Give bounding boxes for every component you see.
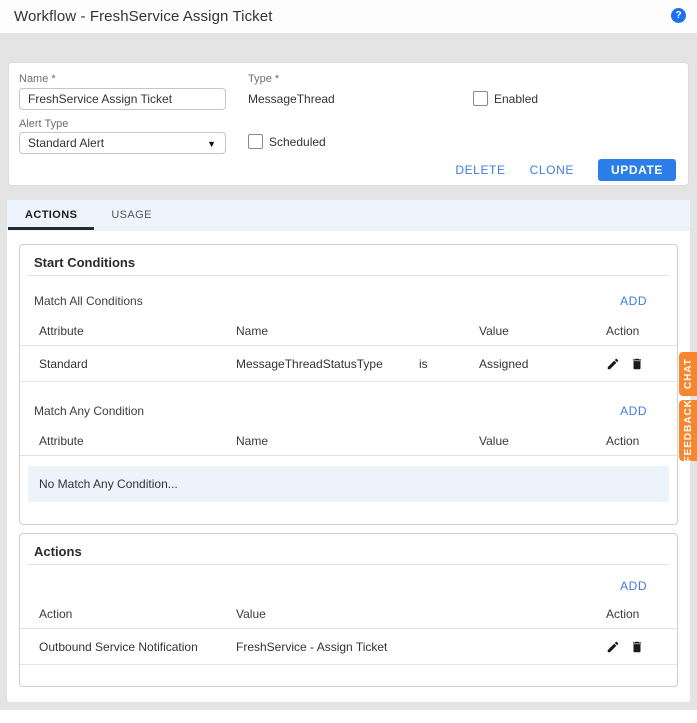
page-title: Workflow - FreshService Assign Ticket: [14, 8, 273, 25]
cell-value: Assigned: [479, 357, 606, 371]
table-row: Standard MessageThreadStatusType is Assi…: [20, 346, 677, 382]
col-value: Value: [479, 324, 606, 338]
col-attribute: Attribute: [39, 324, 236, 338]
tab-bar: ACTIONS USAGE: [7, 200, 690, 231]
match-any-table-header: Attribute Name Value Action: [20, 426, 677, 456]
feedback-side-tab[interactable]: FEEDBACK: [679, 400, 697, 461]
alert-type-select[interactable]: Standard Alert ▼: [19, 132, 226, 154]
cell-action: Outbound Service Notification: [39, 640, 236, 654]
cell-operator: is: [419, 357, 479, 371]
col-name: Name: [236, 434, 419, 448]
col-action: Action: [606, 434, 677, 448]
type-label: Type *: [248, 73, 279, 85]
actions-section: Actions ADD Action Value Action Outbound…: [19, 533, 678, 687]
scheduled-label: Scheduled: [269, 135, 326, 149]
trash-icon[interactable]: [630, 640, 644, 654]
col-action: Action: [606, 324, 677, 338]
form-button-row: DELETE CLONE UPDATE: [455, 159, 676, 181]
clone-button[interactable]: CLONE: [530, 163, 574, 177]
match-any-header-row: Match Any Condition ADD: [20, 404, 677, 418]
divider: [28, 275, 669, 276]
update-button[interactable]: UPDATE: [598, 159, 676, 181]
alert-type-value: Standard Alert: [28, 136, 104, 150]
col-value: Value: [479, 434, 606, 448]
col-action: Action: [39, 607, 236, 621]
row-actions: [606, 357, 677, 371]
action-value-link[interactable]: FreshService - Assign Ticket: [236, 640, 606, 654]
tab-actions[interactable]: ACTIONS: [8, 200, 94, 230]
tab-usage[interactable]: USAGE: [94, 200, 169, 230]
help-icon[interactable]: ?: [671, 8, 686, 23]
app-header: Workflow - FreshService Assign Ticket ?: [0, 0, 697, 33]
chat-side-tab[interactable]: CHAT: [679, 352, 697, 396]
match-any-empty-row: No Match Any Condition...: [28, 466, 669, 502]
edit-icon[interactable]: [606, 357, 620, 371]
actions-title: Actions: [20, 534, 677, 559]
name-label: Name *: [19, 73, 56, 85]
enabled-checkbox[interactable]: [473, 91, 488, 106]
edit-icon[interactable]: [606, 640, 620, 654]
match-any-title: Match Any Condition: [34, 404, 144, 418]
actions-table-header: Action Value Action: [20, 599, 677, 629]
type-value: MessageThread: [248, 92, 335, 106]
alert-type-label: Alert Type: [19, 118, 68, 130]
col-attribute: Attribute: [39, 434, 236, 448]
start-conditions-section: Start Conditions Match All Conditions AD…: [19, 244, 678, 525]
enabled-label: Enabled: [494, 92, 538, 106]
match-all-add-button[interactable]: ADD: [620, 294, 647, 308]
trash-icon[interactable]: [630, 357, 644, 371]
delete-button[interactable]: DELETE: [455, 163, 505, 177]
match-all-table-header: Attribute Name Value Action: [20, 316, 677, 346]
divider: [28, 564, 669, 565]
match-any-add-button[interactable]: ADD: [620, 404, 647, 418]
chevron-down-icon: ▼: [207, 134, 216, 154]
footer-strip: [0, 710, 697, 723]
workflow-form-card: Name * Type * MessageThread Enabled Aler…: [8, 62, 689, 186]
row-actions: [606, 640, 677, 654]
col-name: Name: [236, 324, 419, 338]
col-action-2: Action: [606, 607, 677, 621]
match-all-title: Match All Conditions: [34, 294, 143, 308]
table-row: Outbound Service Notification FreshServi…: [20, 629, 677, 665]
actions-add-button[interactable]: ADD: [620, 579, 647, 593]
name-input[interactable]: [19, 88, 226, 110]
actions-add-row: ADD: [20, 579, 677, 593]
cell-name: MessageThreadStatusType: [236, 357, 419, 371]
chat-side-tab-label: CHAT: [683, 358, 694, 389]
scheduled-checkbox[interactable]: [248, 134, 263, 149]
tabs-card: ACTIONS USAGE Start Conditions Match All…: [7, 200, 690, 702]
start-conditions-title: Start Conditions: [20, 245, 677, 270]
match-all-header-row: Match All Conditions ADD: [20, 294, 677, 308]
col-value: Value: [236, 607, 606, 621]
cell-attribute: Standard: [39, 357, 236, 371]
feedback-side-tab-label: FEEDBACK: [683, 399, 694, 463]
